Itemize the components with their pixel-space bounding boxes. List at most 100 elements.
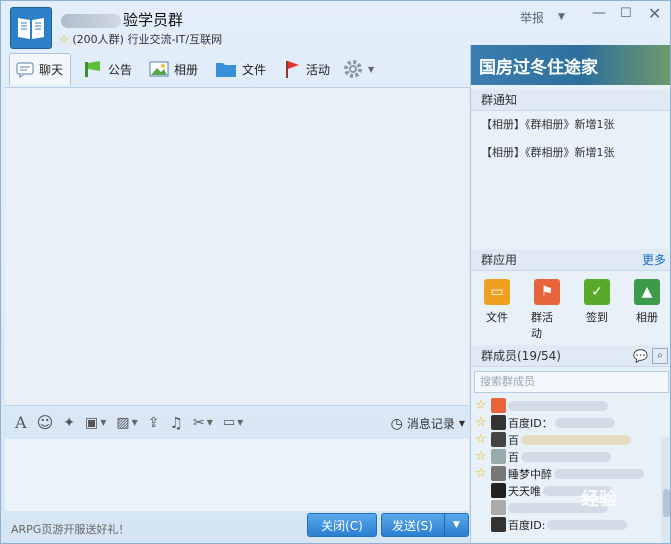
- star-icon: ☆: [475, 466, 487, 481]
- redacted-name: [521, 434, 631, 445]
- search-icon[interactable]: ⌕: [652, 348, 668, 364]
- avatar: [491, 517, 506, 532]
- app-label: 签到: [586, 311, 608, 324]
- scrollbar-thumb[interactable]: [663, 489, 670, 517]
- notice-item[interactable]: 【相册】《群相册》新增1张: [471, 139, 670, 167]
- star-icon: ☆: [59, 33, 69, 46]
- tab-files[interactable]: 文件: [209, 53, 272, 85]
- member-row[interactable]: ☆ 百: [471, 448, 670, 465]
- member-scrollbar[interactable]: [661, 437, 670, 543]
- photo-icon: ▲: [634, 279, 660, 305]
- members-section: 群成员(19/54) 💬 ⌕ 搜索群成员 ☆ ☆ 百度ID： ☆ 百 ☆ 百 ☆ 睡梦中…: [471, 345, 670, 543]
- gift-icon[interactable]: ▣ ▼: [85, 415, 106, 431]
- apps-title: 群应用: [481, 253, 518, 267]
- app-album[interactable]: ▲ 相册: [631, 279, 663, 341]
- history-label: 消息记录: [406, 417, 455, 431]
- flag-icon: [286, 61, 299, 78]
- magic-wand-icon[interactable]: ✦: [63, 415, 75, 431]
- member-row[interactable]: ☆ 百度ID：: [471, 414, 670, 431]
- member-row[interactable]: 天天唯: [471, 482, 670, 499]
- settings-menu[interactable]: ▼: [337, 53, 380, 85]
- close-button[interactable]: 关闭(C): [307, 513, 377, 537]
- avatar: [491, 466, 506, 481]
- more-apps-link[interactable]: 更多: [642, 249, 666, 271]
- member-row[interactable]: [471, 499, 670, 516]
- scissors-icon[interactable]: ✂ ▼: [193, 415, 213, 431]
- redacted-name: [521, 451, 611, 462]
- member-name: 百度ID:: [508, 518, 546, 532]
- screen-share-icon[interactable]: ▭ ▼: [223, 415, 243, 430]
- font-icon[interactable]: A: [15, 413, 27, 432]
- tab-bar: 聊天 公告 相册 文件 活动 ▼: [5, 53, 469, 87]
- ad-link[interactable]: ARPG页游开服送好礼！: [11, 521, 129, 537]
- upload-icon[interactable]: ⇪: [148, 415, 160, 431]
- member-row[interactable]: ☆: [471, 397, 670, 414]
- tab-label: 相册: [174, 62, 199, 77]
- send-label: 发送(S): [392, 518, 433, 533]
- flag-icon: ⚑: [534, 279, 560, 305]
- member-name: 百度ID：: [508, 416, 553, 430]
- emoji-icon[interactable]: ☺: [37, 413, 54, 432]
- member-name: 睡梦中醉: [508, 467, 552, 481]
- app-checkin[interactable]: ✓ 签到: [581, 279, 613, 341]
- app-activity[interactable]: ⚑ 群活动: [531, 279, 563, 341]
- close-icon[interactable]: ✕: [648, 4, 661, 23]
- group-subtitle: ☆ (200人群) 行业交流-IT/互联网: [59, 31, 222, 47]
- tab-announcement[interactable]: 公告: [77, 53, 138, 85]
- minimize-icon[interactable]: —: [592, 5, 606, 21]
- members-title: 群成员(19/54): [481, 349, 561, 363]
- redacted-name: [61, 13, 121, 28]
- tab-album[interactable]: 相册: [143, 53, 204, 85]
- group-name[interactable]: 验学员群: [61, 9, 183, 30]
- member-name: 百: [508, 450, 519, 464]
- report-link[interactable]: 举报: [520, 9, 544, 26]
- message-area[interactable]: [5, 87, 469, 405]
- chevron-down-icon: ▼: [368, 64, 375, 74]
- member-row[interactable]: ☆ 百: [471, 431, 670, 448]
- redacted-name: [554, 468, 644, 479]
- dropdown-icon[interactable]: ▼: [558, 12, 565, 22]
- member-name: 百: [508, 433, 519, 447]
- avatar: [491, 483, 506, 498]
- image-icon[interactable]: ▨ ▼: [116, 415, 137, 431]
- app-label: 文件: [486, 311, 508, 324]
- tab-label: 活动: [306, 62, 331, 77]
- apps-list: ▭ 文件 ⚑ 群活动 ✓ 签到 ▲ 相册: [471, 271, 670, 341]
- tab-label: 文件: [242, 62, 267, 77]
- ad-banner[interactable]: 国房过冬住途家: [471, 45, 670, 85]
- music-icon[interactable]: ♫: [170, 414, 183, 432]
- chat-window: 验学员群 ☆ (200人群) 行业交流-IT/互联网 举报 ▼ — ☐ ✕ 聊天…: [0, 0, 671, 544]
- avatar: [491, 449, 506, 464]
- member-name: 天天唯: [508, 484, 541, 498]
- app-label: 相册: [636, 311, 658, 324]
- folder-icon: [216, 63, 236, 77]
- megaphone-icon: [85, 61, 100, 77]
- member-row[interactable]: ☆ 睡梦中醉: [471, 465, 670, 482]
- send-options-icon[interactable]: ▼: [444, 514, 468, 536]
- redacted-name: [554, 417, 615, 428]
- members-header: 群成员(19/54) 💬 ⌕: [471, 345, 670, 367]
- group-avatar[interactable]: [10, 7, 52, 49]
- member-row[interactable]: 百度ID:: [471, 516, 670, 533]
- maximize-icon[interactable]: ☐: [620, 6, 632, 21]
- tab-activity[interactable]: 活动: [277, 53, 336, 85]
- input-toolbar: A ☺ ✦ ▣ ▼ ▨ ▼ ⇪ ♫ ✂ ▼ ▭ ▼ ◷ 消息记录 ▼: [5, 405, 469, 439]
- notice-item[interactable]: 【相册】《群相册》新增1张: [471, 111, 670, 139]
- notice-section: 群通知 【相册】《群相册》新增1张 【相册】《群相册》新增1张: [471, 89, 670, 239]
- book-icon: [18, 18, 44, 39]
- star-icon: ☆: [475, 432, 487, 447]
- redacted-name: [508, 400, 608, 411]
- tab-chat[interactable]: 聊天: [9, 53, 71, 85]
- avatar: [491, 432, 506, 447]
- message-input[interactable]: [5, 439, 469, 511]
- avatar: [491, 415, 506, 430]
- history-button[interactable]: ◷ 消息记录 ▼: [391, 415, 465, 432]
- app-files[interactable]: ▭ 文件: [481, 279, 513, 341]
- clock-icon: ◷: [390, 415, 403, 432]
- app-label: 群活动: [531, 311, 553, 340]
- chat-bubble-icon[interactable]: 💬: [633, 345, 648, 367]
- send-button[interactable]: 发送(S) ▼: [381, 513, 469, 537]
- chat-bubble-icon: [16, 62, 34, 78]
- member-search-input[interactable]: 搜索群成员: [474, 371, 669, 393]
- notice-title: 群通知: [471, 89, 670, 111]
